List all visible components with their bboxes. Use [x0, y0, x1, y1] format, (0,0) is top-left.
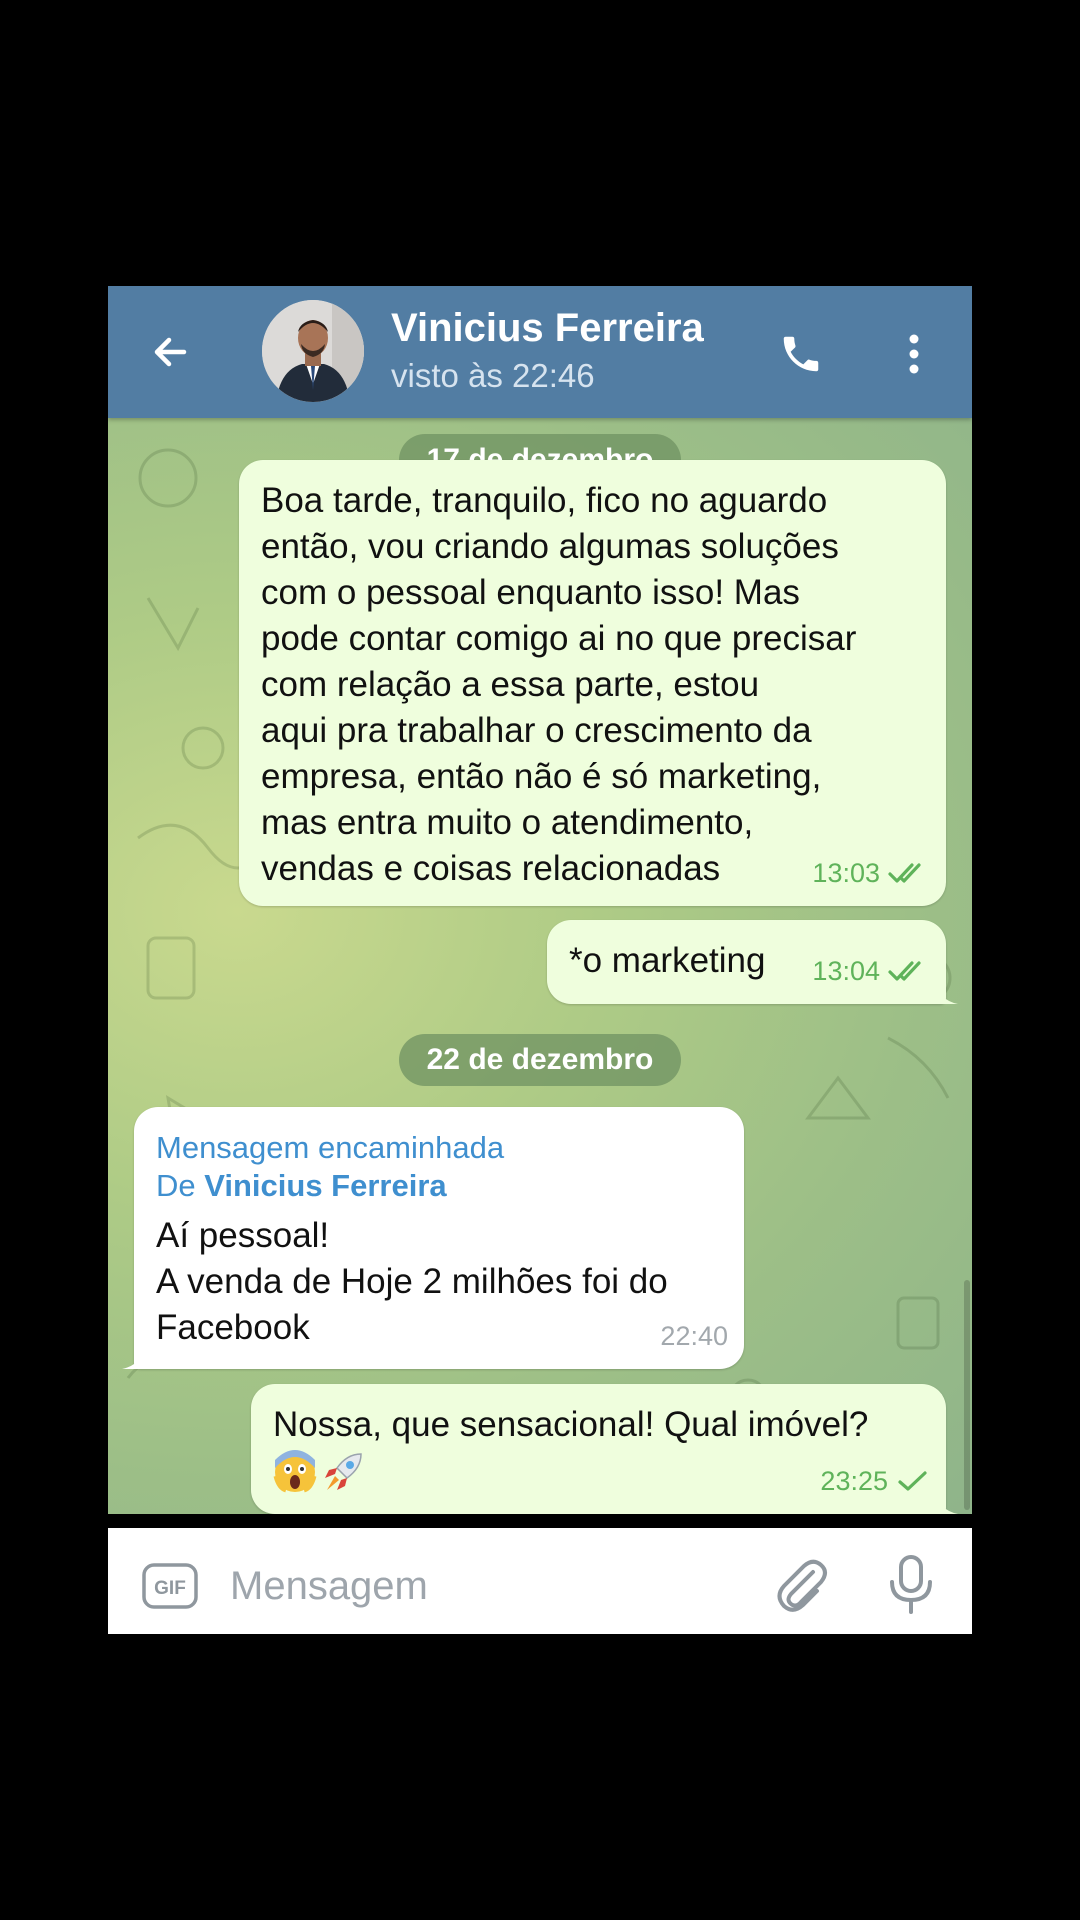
message-time: 22:40 — [660, 1321, 728, 1351]
message-text: Boa tarde, tranquilo, fico no aguardo en… — [261, 481, 857, 888]
single-check-icon — [898, 1471, 927, 1491]
double-check-icon — [888, 863, 921, 883]
message-meta: 13:03 — [812, 850, 930, 896]
face-screaming-emoji-icon — [273, 1450, 317, 1493]
arrow-left-icon — [154, 337, 187, 367]
bubble-tail — [122, 1345, 144, 1369]
back-button[interactable] — [146, 328, 194, 376]
message-meta: 23:25 — [820, 1458, 930, 1504]
last-seen-status: visto às 22:46 — [391, 357, 595, 394]
message-text: *o marketing — [569, 941, 766, 980]
rocket-emoji-icon — [325, 1453, 362, 1490]
double-check-icon — [888, 961, 921, 981]
message-time: 23:25 — [820, 1466, 888, 1496]
forwarded-from[interactable]: De Vinicius Ferreira — [156, 1163, 447, 1209]
more-options-button[interactable] — [890, 326, 938, 382]
message-time: 13:04 — [812, 956, 880, 986]
message-input[interactable] — [228, 1558, 712, 1614]
message-bubble-incoming[interactable]: Mensagem encaminhada De Vinicius Ferreir… — [122, 1107, 744, 1369]
message-bubble-outgoing[interactable]: *o marketing 13:04 — [547, 920, 958, 1004]
message-meta: 13:04 — [812, 948, 930, 994]
chat-header: Vinicius Ferreira visto às 22:46 — [108, 286, 972, 418]
telegram-chat-screen: Vinicius Ferreira visto às 22:46 Boa tar… — [108, 286, 972, 1634]
message-meta: 22:40 — [660, 1313, 728, 1359]
contact-avatar[interactable] — [262, 300, 364, 402]
bubble-tail — [936, 1490, 958, 1514]
message-text: Aí pessoal! A venda de Hoje 2 milhões fo… — [156, 1216, 668, 1347]
forwarded-from-name[interactable]: Vinicius Ferreira — [204, 1168, 446, 1203]
date-separator: 22 de dezembro — [399, 1034, 681, 1086]
gif-icon-label: GIF — [154, 1578, 186, 1599]
message-bubble-outgoing[interactable]: Boa tarde, tranquilo, fico no aguardo en… — [239, 460, 946, 906]
avatar-photo — [262, 300, 364, 402]
gif-icon: GIF — [142, 1563, 198, 1609]
message-input-bar: GIF — [108, 1528, 972, 1634]
paperclip-icon — [777, 1559, 827, 1612]
forwarded-from-prefix: De — [156, 1168, 196, 1203]
message-text: Nossa, que sensacional! Qual imóvel? — [273, 1405, 869, 1444]
message-list[interactable]: 17 de dezembro Boa tarde, tranquilo, fic… — [108, 418, 972, 1514]
contact-name[interactable]: Vinicius Ferreira — [391, 306, 704, 351]
message-time: 13:03 — [812, 858, 880, 888]
call-button[interactable] — [773, 326, 829, 382]
gif-button[interactable]: GIF — [142, 1563, 198, 1609]
scrollbar[interactable] — [964, 1280, 970, 1510]
microphone-button[interactable] — [886, 1554, 936, 1616]
phone-icon — [783, 336, 819, 372]
message-emoji-row — [273, 1450, 365, 1494]
bubble-tail — [936, 980, 958, 1004]
message-bubble-outgoing[interactable]: Nossa, que sensacional! Qual imóvel? 23:… — [251, 1384, 958, 1514]
attach-button[interactable] — [773, 1556, 829, 1614]
microphone-icon — [890, 1555, 932, 1614]
more-vertical-icon — [909, 334, 919, 374]
